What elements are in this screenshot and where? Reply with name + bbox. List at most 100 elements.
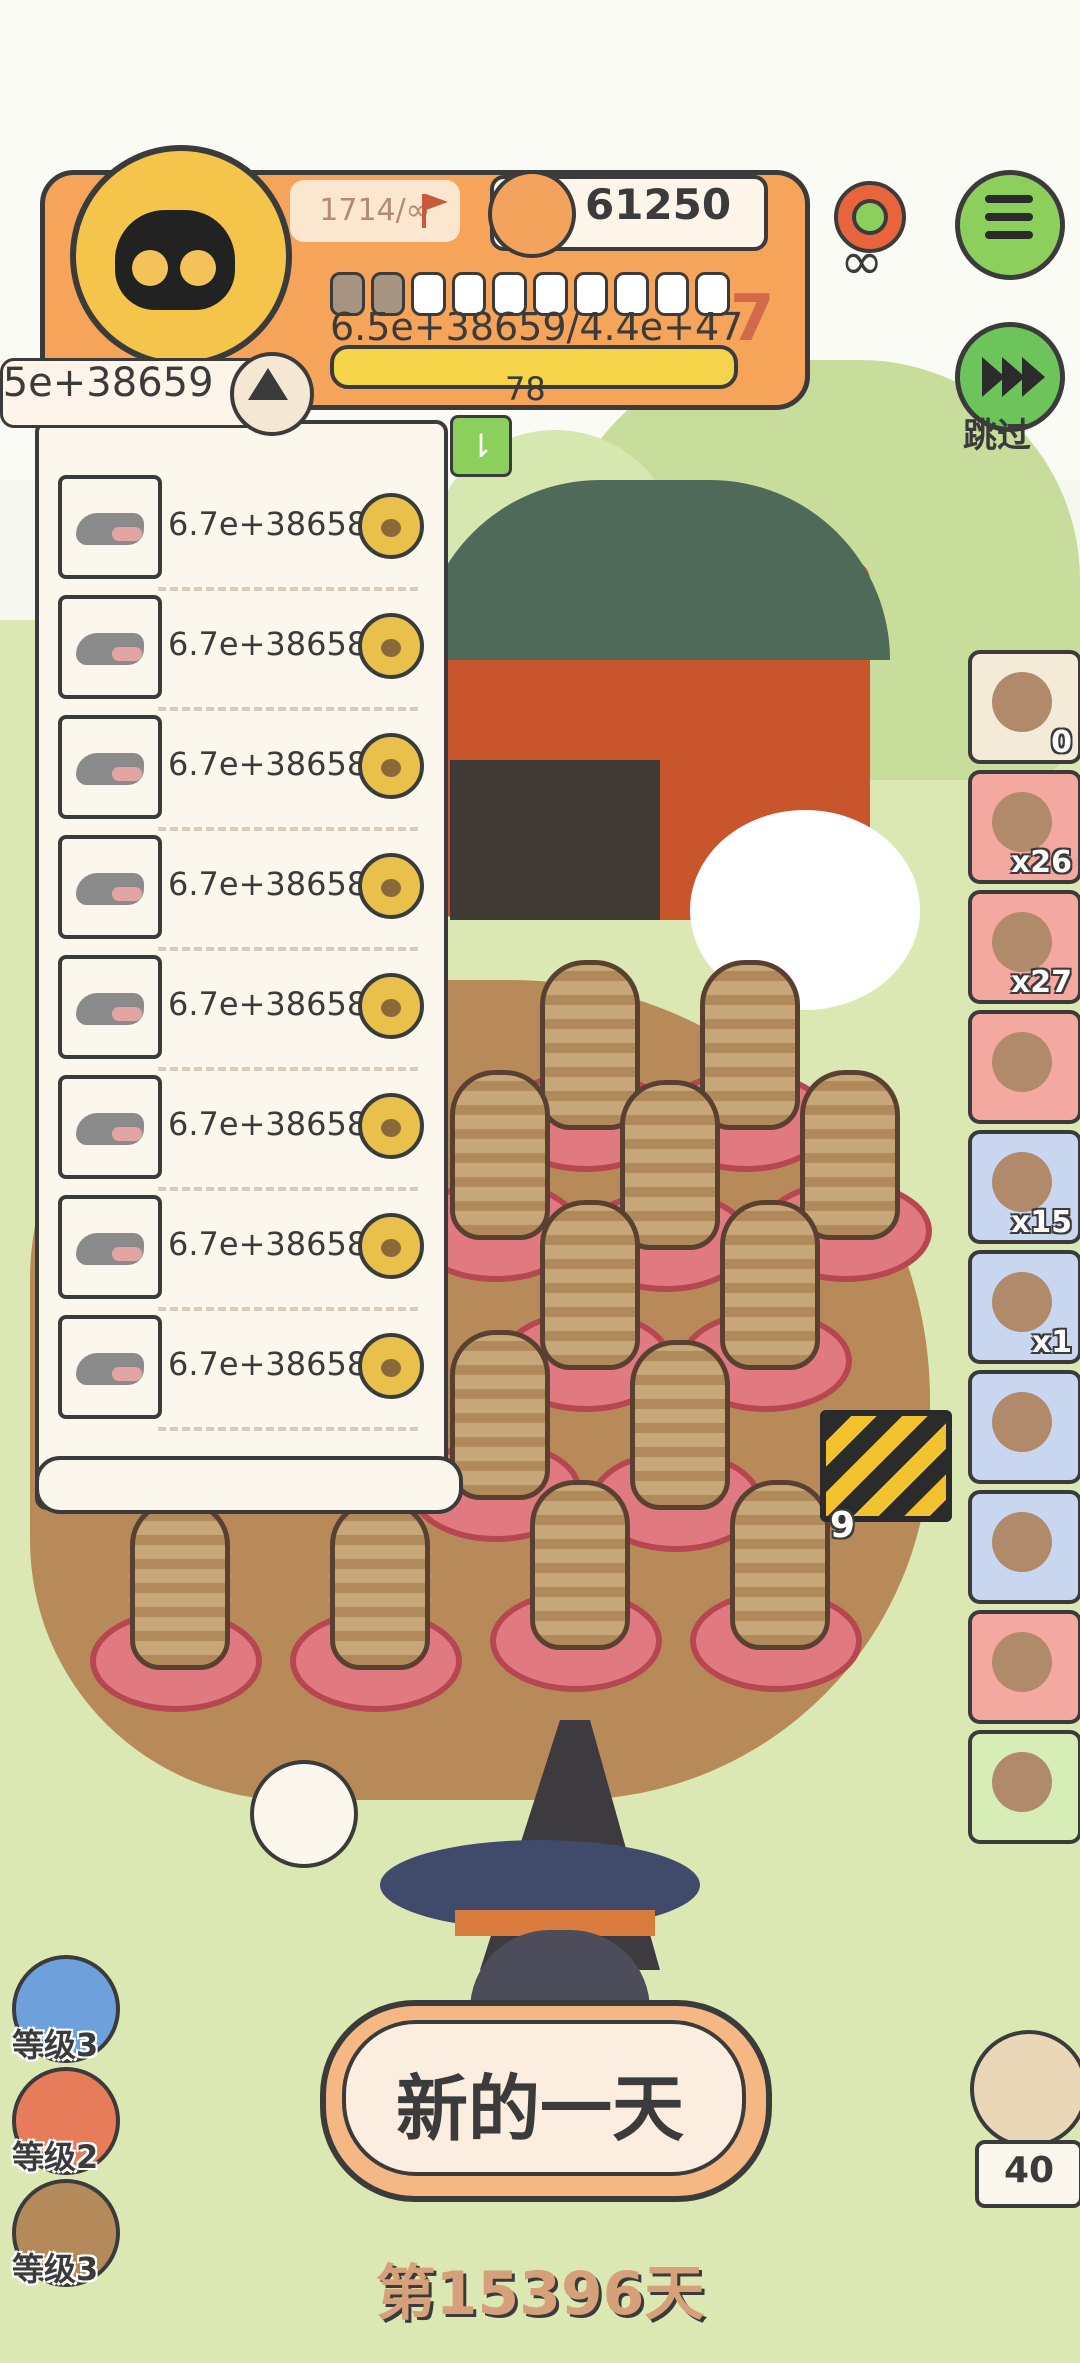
surfboard-icon <box>992 792 1052 852</box>
row-divider <box>158 1427 418 1431</box>
larva-creature[interactable] <box>540 1200 640 1370</box>
item-count: x27 <box>1010 965 1072 1000</box>
dolphin-icon <box>58 1075 162 1179</box>
list-item[interactable]: 6.7e+38658 <box>58 1075 428 1191</box>
dolphin-icon <box>58 955 162 1059</box>
row-divider <box>158 1187 418 1191</box>
food-bowl-icon <box>488 170 576 258</box>
paw-icon[interactable] <box>358 1093 424 1159</box>
item-ring[interactable]: x15 <box>968 1130 1080 1244</box>
dolphin-icon <box>58 835 162 939</box>
item-hut[interactable] <box>968 1490 1080 1604</box>
paw-icon[interactable] <box>358 973 424 1039</box>
menu-icon <box>985 231 1033 239</box>
larva-creature[interactable] <box>450 1330 550 1500</box>
paw-icon[interactable] <box>358 853 424 919</box>
progress-bar-value: 78 <box>505 370 546 408</box>
dolphin-icon <box>58 715 162 819</box>
list-item-value: 6.7e+38658 <box>168 1225 368 1263</box>
list-item-value: 6.7e+38658 <box>168 625 368 663</box>
triangle-up-icon <box>248 368 288 400</box>
item-feather[interactable] <box>968 1370 1080 1484</box>
paw-icon[interactable] <box>358 1333 424 1399</box>
paw-icon[interactable] <box>358 493 424 559</box>
level-label: 等级2 <box>12 2138 99 2176</box>
progress-ratio: 6.5e+38659/4.4e+47 <box>330 305 744 349</box>
dolphin-icon <box>58 1315 162 1419</box>
sort-button[interactable]: ⇂ <box>450 415 512 477</box>
paw-icon[interactable] <box>358 613 424 679</box>
item-bell[interactable] <box>968 1010 1080 1124</box>
list-item-value: 6.7e+38658 <box>168 745 368 783</box>
list-item[interactable]: 6.7e+38658 <box>58 595 428 711</box>
larva-creature[interactable] <box>530 1480 630 1650</box>
paw-icon[interactable] <box>358 733 424 799</box>
infinity-label: ∞ <box>840 232 884 292</box>
list-item[interactable]: 6.7e+38658 <box>58 1195 428 1311</box>
dolphin-icon <box>58 1195 162 1299</box>
day-counter: 第15396天 <box>375 2259 705 2329</box>
larva-creature[interactable] <box>450 1070 550 1240</box>
item-slime[interactable] <box>968 1610 1080 1724</box>
owl-count: 40 <box>1003 2150 1055 2191</box>
menu-button[interactable] <box>955 170 1065 280</box>
cat-eye-icon <box>180 250 216 286</box>
card-icon <box>992 1752 1052 1812</box>
list-item[interactable]: 6.7e+38658 <box>58 715 428 831</box>
dolphin-icon <box>58 475 162 579</box>
owl-icon[interactable] <box>970 2030 1080 2148</box>
bell-icon <box>992 1032 1052 1092</box>
item-card[interactable] <box>968 1730 1080 1844</box>
skip-label: 跳过 <box>963 416 1031 456</box>
level-label: 等级3 <box>12 2250 99 2288</box>
cat-eye-icon <box>132 250 168 286</box>
feather-icon <box>992 1392 1052 1452</box>
paw-icon[interactable] <box>358 1213 424 1279</box>
list-item-value: 6.7e+38658 <box>168 505 368 543</box>
menu-icon <box>985 195 1033 203</box>
item-hourglass-tea[interactable]: x1 <box>968 1250 1080 1364</box>
slime-icon <box>992 1632 1052 1692</box>
certificate-icon[interactable] <box>250 1760 358 1868</box>
row-divider <box>158 827 418 831</box>
list-item[interactable]: 6.7e+38658 <box>58 955 428 1071</box>
list-item[interactable]: 6.7e+38658 <box>58 835 428 951</box>
item-goggles[interactable]: x27 <box>968 890 1080 1004</box>
new-day-label: 新的一天 <box>395 2067 684 2151</box>
level-label: 等级3 <box>12 2026 99 2064</box>
row-divider <box>158 1307 418 1311</box>
item-count: x15 <box>1010 1205 1072 1240</box>
larva-creature[interactable] <box>330 1500 430 1670</box>
larva-creature[interactable] <box>630 1340 730 1510</box>
row-divider <box>158 1067 418 1071</box>
row-divider <box>158 707 418 711</box>
item-count: x26 <box>1010 845 1072 880</box>
item-surfboard[interactable]: x26 <box>968 770 1080 884</box>
barn-door <box>450 760 660 920</box>
list-item-value: 6.7e+38658 <box>168 1105 368 1143</box>
list-item-value: 6.7e+38658 <box>168 865 368 903</box>
list-item-value: 6.7e+38658 <box>168 1345 368 1383</box>
flag-icon <box>422 194 448 228</box>
dolphin-icon <box>58 595 162 699</box>
item-count: x1 <box>1031 1325 1072 1360</box>
row-divider <box>158 947 418 951</box>
coin-count: 61250 <box>585 180 732 229</box>
item-seed-bag[interactable]: 0 <box>968 650 1080 764</box>
total-value: .5e+38659 <box>0 360 214 406</box>
list-panel-footer <box>35 1456 463 1514</box>
list-item[interactable]: 6.7e+38658 <box>58 475 428 591</box>
list-item-value: 6.7e+38658 <box>168 985 368 1023</box>
larva-creature[interactable] <box>130 1500 230 1670</box>
list-item[interactable]: 6.7e+38658 <box>58 1315 428 1431</box>
hut-icon <box>992 1512 1052 1572</box>
larva-creature[interactable] <box>720 1200 820 1370</box>
seed-bag-icon <box>992 672 1052 732</box>
larva-creature[interactable] <box>800 1070 900 1240</box>
goggles-icon <box>992 912 1052 972</box>
ring-icon <box>992 1152 1052 1212</box>
row-divider <box>158 587 418 591</box>
larva-creature[interactable] <box>730 1480 830 1650</box>
menu-icon <box>985 213 1033 221</box>
item-count: 0 <box>1051 725 1072 760</box>
